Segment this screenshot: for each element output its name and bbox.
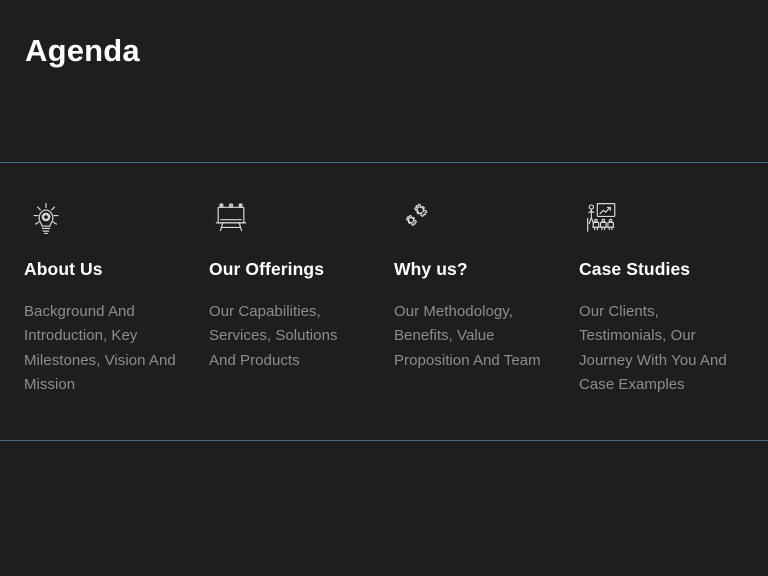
agenda-column-title: About Us	[24, 259, 103, 279]
agenda-column-description: Our Capabilities, Services, Solutions An…	[209, 302, 338, 369]
title-area: Agenda	[0, 0, 768, 162]
agenda-column-about-us[interactable]: About Us Background And Introduction, Ke…	[24, 163, 209, 440]
agenda-slide: Agenda About Us Background And Introduct…	[0, 0, 768, 576]
agenda-column-description: Our Clients, Testimonials, Our Journey W…	[579, 302, 727, 394]
presentation-audience-icon	[579, 194, 623, 238]
agenda-column-title: Our Offerings	[209, 259, 325, 279]
agenda-columns: About Us Background And Introduction, Ke…	[0, 163, 768, 440]
agenda-column-our-offerings[interactable]: Our Offerings Our Capabilities, Services…	[209, 163, 394, 440]
agenda-column-description: Our Methodology, Benefits, Value Proposi…	[394, 302, 541, 369]
agenda-column-why-us[interactable]: Why us? Our Methodology, Benefits, Value…	[394, 163, 579, 440]
agenda-column-description: Background And Introduction, Key Milesto…	[24, 302, 176, 394]
agenda-column-case-studies[interactable]: Case Studies Our Clients, Testimonials, …	[579, 163, 744, 440]
lightbulb-gear-icon	[24, 194, 68, 238]
gears-icon	[394, 194, 438, 238]
agenda-column-title: Case Studies	[579, 259, 691, 279]
easel-board-icon	[209, 194, 253, 238]
page-title: Agenda	[25, 33, 140, 68]
agenda-column-title: Why us?	[394, 259, 468, 279]
divider-bottom	[0, 440, 768, 441]
